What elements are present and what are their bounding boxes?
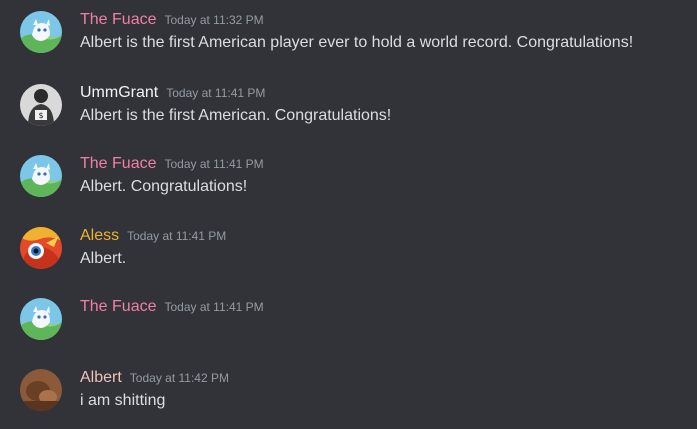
- message-content: Albert.: [80, 250, 127, 267]
- message-item: $ UmmGrant Today at 11:41 PM Albert is t…: [0, 84, 697, 144]
- message-content: i am shitting: [80, 392, 166, 409]
- message-item: The Fuace Today at 11:32 PM Albert is th…: [0, 11, 697, 71]
- red-fish-character-avatar-icon: [20, 227, 62, 269]
- username[interactable]: Aless: [80, 227, 119, 245]
- avatar[interactable]: [20, 11, 62, 53]
- timestamp[interactable]: Today at 11:41 PM: [127, 229, 226, 243]
- grayscale-person-avatar-icon: $: [20, 84, 62, 126]
- timestamp[interactable]: Today at 11:42 PM: [130, 371, 229, 385]
- avatar[interactable]: [20, 155, 62, 197]
- message-item: Aless Today at 11:41 PM Albert.: [0, 227, 697, 287]
- username[interactable]: UmmGrant: [80, 84, 158, 102]
- username[interactable]: The Fuace: [80, 298, 156, 316]
- message-header: The Fuace Today at 11:41 PM: [80, 155, 264, 177]
- message-header: Aless Today at 11:41 PM: [80, 227, 226, 249]
- message-header: Albert Today at 11:42 PM: [80, 369, 229, 391]
- username[interactable]: The Fuace: [80, 11, 156, 29]
- username[interactable]: Albert: [80, 369, 122, 387]
- svg-text:$: $: [38, 111, 43, 120]
- message-item: Albert Today at 11:42 PM i am shitting: [0, 369, 697, 429]
- timestamp[interactable]: Today at 11:41 PM: [166, 86, 265, 100]
- timestamp[interactable]: Today at 11:41 PM: [164, 157, 263, 171]
- avatar[interactable]: $: [20, 84, 62, 126]
- snowy-landscape-avatar-icon: [20, 155, 62, 197]
- username[interactable]: The Fuace: [80, 155, 156, 173]
- message-item: The Fuace Today at 11:41 PM: [0, 298, 697, 358]
- message-content: Albert. Congratulations!: [80, 178, 248, 195]
- message-header: UmmGrant Today at 11:41 PM: [80, 84, 265, 106]
- snowy-landscape-avatar-icon: [20, 298, 62, 340]
- message-content: Albert is the first American. Congratula…: [80, 107, 392, 124]
- message-item: The Fuace Today at 11:41 PM Albert. Cong…: [0, 155, 697, 215]
- avatar[interactable]: [20, 227, 62, 269]
- timestamp[interactable]: Today at 11:41 PM: [164, 300, 263, 314]
- message-header: The Fuace Today at 11:41 PM: [80, 298, 264, 320]
- avatar[interactable]: [20, 369, 62, 411]
- message-content: Albert is the first American player ever…: [80, 34, 634, 51]
- snowy-landscape-avatar-icon: [20, 11, 62, 53]
- avatar[interactable]: [20, 298, 62, 340]
- timestamp[interactable]: Today at 11:32 PM: [164, 13, 263, 27]
- message-header: The Fuace Today at 11:32 PM: [80, 11, 264, 33]
- brown-photo-avatar-icon: [20, 369, 62, 411]
